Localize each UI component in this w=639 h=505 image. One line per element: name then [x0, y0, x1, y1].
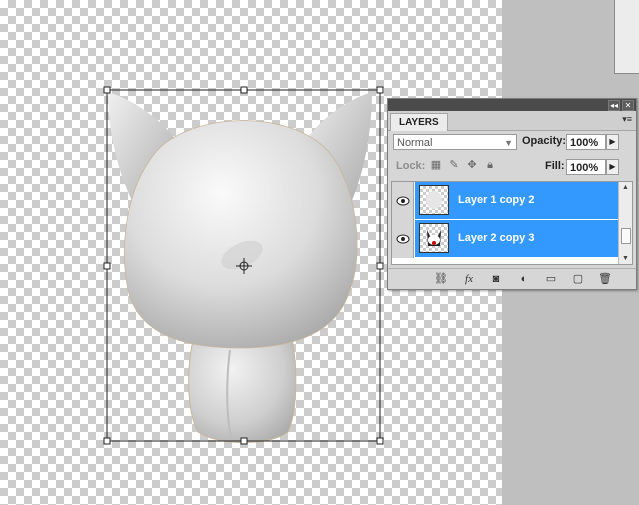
fill-input[interactable]: 100% — [566, 159, 606, 175]
blend-opacity-row: Normal ▼ Opacity: 100% ▶ — [388, 131, 636, 155]
fx-icon[interactable]: fx — [462, 272, 476, 286]
scroll-up-icon[interactable]: ▲ — [619, 182, 632, 193]
collapsed-panel[interactable] — [614, 0, 639, 74]
layer-name[interactable]: Layer 2 copy 3 — [458, 232, 534, 244]
blend-mode-select[interactable]: Normal ▼ — [393, 134, 517, 150]
blend-mode-value: Normal — [397, 137, 433, 149]
group-icon[interactable]: ▭ — [544, 272, 558, 286]
link-icon[interactable]: ⛓ — [434, 272, 448, 286]
layers-bottom-bar: ⛓ fx ◙ ◐ ▭ ▢ 🗑︎ — [388, 268, 636, 289]
lock-all-icon[interactable]: 🔒︎ — [484, 159, 496, 171]
layer-scrollbar[interactable]: ▲ ▼ — [618, 182, 632, 264]
layer-thumbnail — [419, 223, 449, 253]
tab-layers[interactable]: LAYERS — [390, 113, 448, 131]
adjustment-icon[interactable]: ◐ — [517, 272, 531, 286]
eye-icon[interactable] — [392, 182, 414, 220]
layer-row[interactable]: Layer 2 copy 3 — [392, 220, 620, 258]
eye-icon[interactable] — [392, 220, 414, 258]
scroll-thumb[interactable] — [621, 228, 631, 244]
chevron-down-icon: ▼ — [504, 138, 513, 148]
opacity-label: Opacity: — [522, 135, 567, 147]
mask-icon[interactable]: ◙ — [489, 272, 503, 286]
layer-name[interactable]: Layer 1 copy 2 — [458, 194, 534, 206]
new-layer-icon[interactable]: ▢ — [571, 272, 585, 286]
lock-image-icon[interactable]: ✎ — [448, 159, 460, 171]
opacity-input[interactable]: 100% — [566, 134, 606, 150]
opacity-slider-button[interactable]: ▶ — [606, 134, 619, 150]
trash-icon[interactable]: 🗑︎ — [598, 272, 612, 286]
layer-thumbnail — [419, 185, 449, 215]
collapse-icon[interactable]: ◂◂ — [608, 100, 620, 111]
panel-titlebar[interactable]: ◂◂ ✕ — [388, 99, 636, 111]
lock-transparent-icon[interactable]: ▦ — [430, 159, 442, 171]
close-icon[interactable]: ✕ — [622, 100, 634, 111]
layer-body[interactable]: Layer 1 copy 2 — [415, 182, 620, 220]
panel-menu-icon[interactable]: ▾≡ — [622, 114, 632, 125]
visibility-eye-icon — [396, 196, 409, 206]
lock-position-icon[interactable]: ✥ — [466, 159, 478, 171]
cat-head — [124, 120, 358, 349]
layer-list: Layer 1 copy 2 Layer 2 copy 3 ▲ ▼ — [391, 181, 633, 265]
layer-row[interactable]: Layer 1 copy 2 — [392, 182, 620, 220]
layers-panel: ◂◂ ✕ LAYERS ▾≡ Normal ▼ Opacity: 100% ▶ … — [387, 98, 637, 290]
layer-body[interactable]: Layer 2 copy 3 — [415, 220, 620, 258]
fill-slider-button[interactable]: ▶ — [606, 159, 619, 175]
tab-row: LAYERS ▾≡ — [388, 111, 636, 131]
lock-fill-row: Lock: ▦ ✎ ✥ 🔒︎ Fill: 100% ▶ — [388, 155, 636, 179]
scroll-down-icon[interactable]: ▼ — [619, 253, 632, 264]
fill-label: Fill: — [545, 160, 565, 172]
visibility-eye-icon — [396, 234, 409, 244]
lock-label: Lock: — [396, 160, 426, 172]
